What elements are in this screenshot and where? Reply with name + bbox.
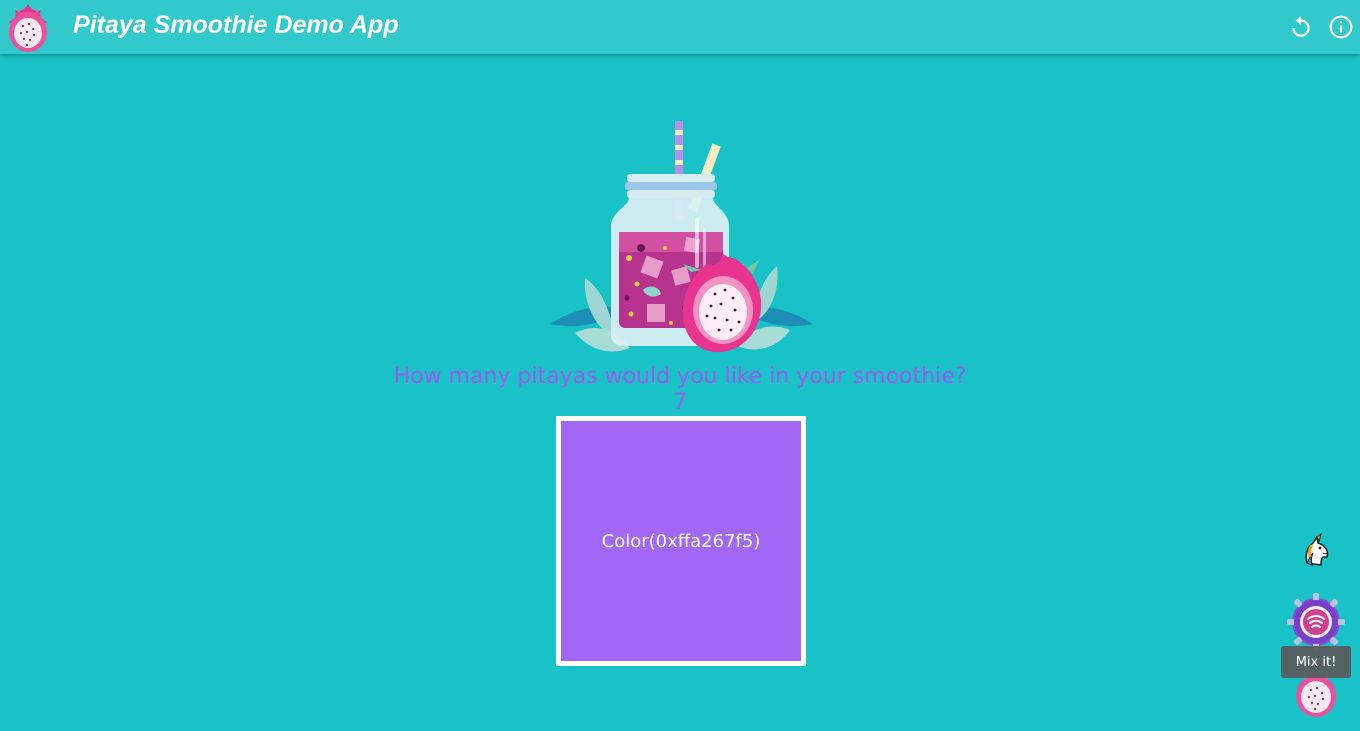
unicorn-icon[interactable] [1299, 533, 1333, 567]
color-card[interactable]: Color(0xffa267f5) [556, 416, 806, 666]
mix-gear-icon[interactable] [1287, 593, 1345, 651]
mix-tooltip: Mix it! [1281, 646, 1351, 678]
reload-icon[interactable] [1288, 14, 1314, 40]
info-icon[interactable] [1328, 14, 1354, 40]
app-title: Pitaya Smoothie Demo App [73, 11, 399, 39]
pitaya-count: 7 [673, 390, 687, 415]
smoothie-jar-illustration [550, 121, 813, 353]
pitaya-logo-icon [9, 4, 47, 52]
pitaya-question: How many pitayas would you like in your … [393, 364, 967, 389]
color-label: Color(0xffa267f5) [601, 530, 761, 552]
app-bar: Pitaya Smoothie Demo App [0, 0, 1360, 54]
